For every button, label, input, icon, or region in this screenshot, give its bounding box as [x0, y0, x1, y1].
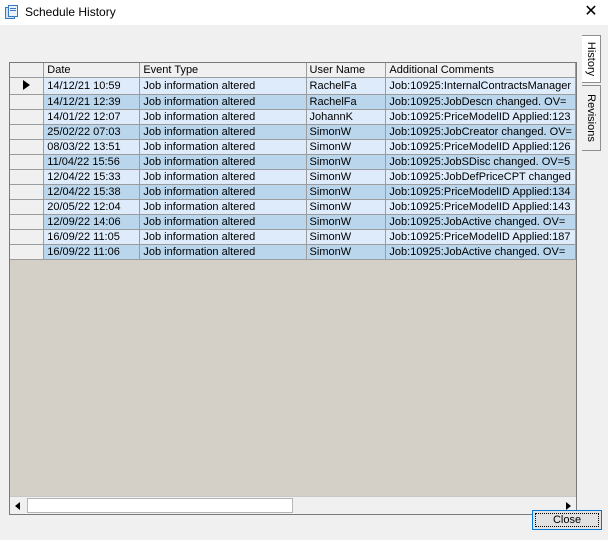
- date-cell[interactable]: 14/01/22 12:07: [43, 109, 141, 125]
- comment-cell[interactable]: Job:10925:JobActive changed. OV=: [385, 244, 576, 260]
- event-type-cell[interactable]: Job information altered: [139, 154, 307, 170]
- comment-cell[interactable]: Job:10925:PriceModelID Applied:126: [385, 139, 576, 155]
- row-selector[interactable]: [10, 169, 45, 185]
- event-type-cell[interactable]: Job information altered: [139, 199, 307, 215]
- comment-cell[interactable]: Job:10925:InternalContractsManager: [385, 77, 576, 95]
- comment-cell[interactable]: Job:10925:PriceModelID Applied:123: [385, 109, 576, 125]
- tab-history[interactable]: History: [582, 35, 601, 83]
- table-row[interactable]: 16/09/22 11:06 Job information altered Sim…: [10, 244, 576, 260]
- row-selector[interactable]: [10, 77, 45, 95]
- event-type-cell[interactable]: Job information altered: [139, 94, 307, 110]
- comment-cell[interactable]: Job:10925:PriceModelID Applied:134: [385, 184, 576, 200]
- date-cell[interactable]: 08/03/22 13:51: [43, 139, 141, 155]
- tab-revisions-label: Revisions: [585, 94, 597, 142]
- table-row[interactable]: 25/02/22 07:03 Job information altered Sim…: [10, 124, 576, 140]
- user-name-cell[interactable]: SimonW: [306, 139, 387, 155]
- user-name-cell[interactable]: SimonW: [306, 199, 387, 215]
- column-header-date[interactable]: Date: [43, 63, 141, 78]
- window-close-button[interactable]: ✕: [574, 0, 608, 25]
- event-type-cell[interactable]: Job information altered: [139, 109, 307, 125]
- column-header-event-type[interactable]: Event Type: [139, 63, 307, 78]
- user-name-cell[interactable]: SimonW: [306, 229, 387, 245]
- header-row: Date Event Type User Name Additional Com…: [10, 63, 576, 78]
- arrow-right-icon: [566, 502, 571, 510]
- date-cell[interactable]: 11/04/22 15:56: [43, 154, 141, 170]
- date-cell[interactable]: 14/12/21 12:39: [43, 94, 141, 110]
- focus-rectangle: [535, 513, 599, 527]
- tab-revisions[interactable]: Revisions: [582, 85, 601, 151]
- column-header-user-name[interactable]: User Name: [306, 63, 387, 78]
- title-bar: Schedule History ✕: [0, 0, 608, 25]
- event-type-cell[interactable]: Job information altered: [139, 169, 307, 185]
- user-name-cell[interactable]: SimonW: [306, 244, 387, 260]
- document-stack-icon: [5, 5, 18, 19]
- date-cell[interactable]: 16/09/22 11:05: [43, 229, 141, 245]
- row-selector[interactable]: [10, 94, 45, 110]
- event-type-cell[interactable]: Job information altered: [139, 124, 307, 140]
- user-name-cell[interactable]: SimonW: [306, 214, 387, 230]
- table-row[interactable]: 14/12/21 10:59 Job information altered Rac…: [10, 77, 576, 95]
- tab-history-label: History: [585, 41, 597, 77]
- table-row[interactable]: 08/03/22 13:51 Job information altered Sim…: [10, 139, 576, 155]
- table-row[interactable]: 14/12/21 12:39 Job information altered Rac…: [10, 94, 576, 110]
- comment-cell[interactable]: Job:10925:JobDefPriceCPT changed: [385, 169, 576, 185]
- event-type-cell[interactable]: Job information altered: [139, 77, 307, 95]
- table-body: 14/12/21 10:59 Job information altered Rac…: [10, 77, 576, 260]
- row-selector[interactable]: [10, 139, 45, 155]
- row-selector[interactable]: [10, 199, 45, 215]
- comment-cell[interactable]: Job:10925:PriceModelID Applied:187: [385, 229, 576, 245]
- event-type-cell[interactable]: Job information altered: [139, 139, 307, 155]
- event-type-cell[interactable]: Job information altered: [139, 214, 307, 230]
- row-selector-header: [10, 63, 45, 78]
- row-selector[interactable]: [10, 214, 45, 230]
- table-row[interactable]: 12/04/22 15:38 Job information altered Sim…: [10, 184, 576, 200]
- date-cell[interactable]: 16/09/22 11:06: [43, 244, 141, 260]
- date-cell[interactable]: 20/05/22 12:04: [43, 199, 141, 215]
- row-selector[interactable]: [10, 229, 45, 245]
- current-row-arrow-icon: [23, 80, 31, 90]
- event-type-cell[interactable]: Job information altered: [139, 229, 307, 245]
- user-name-cell[interactable]: SimonW: [306, 184, 387, 200]
- table-row[interactable]: 20/05/22 12:04 Job information altered Sim…: [10, 199, 576, 215]
- table-row[interactable]: 11/04/22 15:56 Job information altered Sim…: [10, 154, 576, 170]
- table-row[interactable]: 14/01/22 12:07 Job information altered Joh…: [10, 109, 576, 125]
- row-selector[interactable]: [10, 109, 45, 125]
- date-cell[interactable]: 12/04/22 15:38: [43, 184, 141, 200]
- comment-cell[interactable]: Job:10925:JobSDisc changed. OV=5: [385, 154, 576, 170]
- user-name-cell[interactable]: RachelFa: [306, 94, 387, 110]
- date-cell[interactable]: 14/12/21 10:59: [43, 77, 141, 95]
- date-cell[interactable]: 12/09/22 14:06: [43, 214, 141, 230]
- close-button[interactable]: Close: [532, 510, 602, 530]
- comment-cell[interactable]: Job:10925:JobDescn changed. OV=: [385, 94, 576, 110]
- user-name-cell[interactable]: SimonW: [306, 154, 387, 170]
- comment-cell[interactable]: Job:10925:PriceModelID Applied:143: [385, 199, 576, 215]
- date-cell[interactable]: 25/02/22 07:03: [43, 124, 141, 140]
- arrow-left-icon: [15, 502, 20, 510]
- table-row[interactable]: 12/09/22 14:06 Job information altered Sim…: [10, 214, 576, 230]
- scrollbar-thumb[interactable]: [27, 498, 293, 513]
- table-row[interactable]: 12/04/22 15:33 Job information altered Sim…: [10, 169, 576, 185]
- event-type-cell[interactable]: Job information altered: [139, 244, 307, 260]
- scrollbar-track[interactable]: [27, 497, 559, 514]
- comment-cell[interactable]: Job:10925:JobCreator changed. OV=: [385, 124, 576, 140]
- scroll-left-button[interactable]: [10, 497, 26, 514]
- date-cell[interactable]: 12/04/22 15:33: [43, 169, 141, 185]
- horizontal-scrollbar[interactable]: [10, 496, 576, 514]
- user-name-cell[interactable]: RachelFa: [306, 77, 387, 95]
- row-selector[interactable]: [10, 124, 45, 140]
- comment-cell[interactable]: Job:10925:JobActive changed. OV=: [385, 214, 576, 230]
- history-table: Date Event Type User Name Additional Com…: [10, 63, 576, 260]
- user-name-cell[interactable]: JohannK: [306, 109, 387, 125]
- history-grid[interactable]: Date Event Type User Name Additional Com…: [9, 62, 577, 515]
- event-type-cell[interactable]: Job information altered: [139, 184, 307, 200]
- column-header-additional-comments[interactable]: Additional Comments: [385, 63, 576, 78]
- row-selector[interactable]: [10, 244, 45, 260]
- table-row[interactable]: 16/09/22 11:05 Job information altered Sim…: [10, 229, 576, 245]
- row-selector[interactable]: [10, 154, 45, 170]
- user-name-cell[interactable]: SimonW: [306, 124, 387, 140]
- row-selector[interactable]: [10, 184, 45, 200]
- window-title: Schedule History: [25, 5, 116, 19]
- user-name-cell[interactable]: SimonW: [306, 169, 387, 185]
- dialog-body: Date Event Type User Name Additional Com…: [0, 25, 608, 540]
